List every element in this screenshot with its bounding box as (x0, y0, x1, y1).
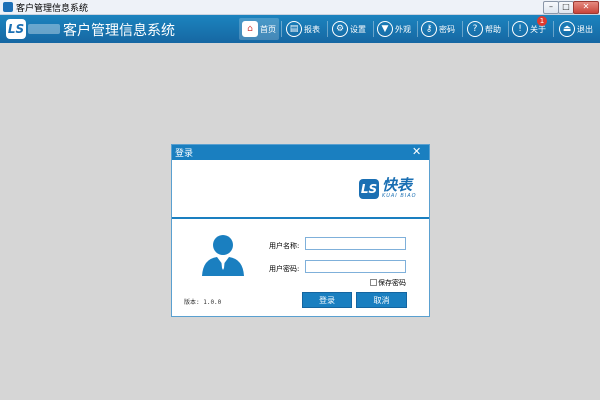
shirt-icon: ▼ (377, 21, 393, 37)
brand-mark: LS (359, 178, 379, 199)
nav-divider (462, 21, 463, 37)
nav-password-label: 密码 (439, 24, 455, 34)
login-button[interactable]: 登录 (302, 292, 352, 308)
nav-report[interactable]: ▤ 报表 (286, 18, 320, 40)
nav-settings-label: 设置 (350, 24, 366, 34)
nav-appearance[interactable]: ▼ 外观 (377, 18, 411, 40)
dialog-divider (172, 217, 429, 219)
logo-wordmark (28, 24, 60, 34)
nav-divider (417, 21, 418, 37)
nav-home[interactable]: ⌂ 首页 (239, 18, 279, 40)
help-icon: ? (467, 21, 483, 37)
save-password-checkbox[interactable] (370, 279, 377, 286)
exit-icon: ⏏ (559, 21, 575, 37)
app-icon (3, 2, 13, 12)
maximize-button[interactable]: □ (558, 1, 574, 14)
nav-help-label: 帮助 (485, 24, 501, 34)
brand-name-en: KUAI BIAO (382, 193, 417, 199)
report-icon: ▤ (286, 21, 302, 37)
username-label: 用户名称: (269, 242, 300, 250)
version-text: 版本: 1.0.0 (184, 299, 222, 306)
window-close-button[interactable]: ✕ (573, 1, 599, 14)
nav-about[interactable]: ! 关于 1 (512, 16, 547, 40)
brand-name: 快表 (382, 176, 413, 194)
key-icon: ⚷ (421, 21, 437, 37)
save-password-label: 保存密码 (378, 279, 406, 287)
nav-home-label: 首页 (260, 24, 276, 34)
window-title: 客户管理信息系统 (16, 4, 89, 14)
app-logo: LS (6, 19, 26, 39)
nav-appearance-label: 外观 (395, 24, 411, 34)
window-titlebar: 客户管理信息系统 – □ ✕ (0, 0, 600, 15)
gear-icon: ⚙ (332, 21, 348, 37)
nav-divider (508, 21, 509, 37)
username-input[interactable] (305, 237, 406, 250)
nav-divider (373, 21, 374, 37)
dialog-title: 登录 (175, 149, 194, 159)
about-icon: ! (512, 21, 528, 37)
nav-help[interactable]: ? 帮助 (467, 18, 501, 40)
dialog-titlebar: 登录 ✕ (172, 145, 429, 160)
nav-divider (553, 21, 554, 37)
nav-divider (327, 21, 328, 37)
home-icon: ⌂ (242, 21, 258, 37)
brand-logo: LS 快表 KUAI BIAO (359, 178, 417, 199)
nav-password[interactable]: ⚷ 密码 (421, 18, 455, 40)
dialog-close-icon[interactable]: ✕ (412, 145, 421, 158)
password-label: 用户密码: (269, 265, 300, 273)
nav-report-label: 报表 (304, 24, 320, 34)
nav-exit-label: 退出 (577, 24, 593, 34)
app-header: LS 客户管理信息系统 ⌂ 首页 ▤ 报表 ⚙ 设置 ▼ 外观 ⚷ 密码 ? 帮… (0, 15, 600, 43)
minimize-button[interactable]: – (543, 1, 559, 14)
login-dialog: 登录 ✕ LS 快表 KUAI BIAO 用户名称: 用户密码: 保存密码 版本… (171, 144, 430, 317)
cancel-button[interactable]: 取消 (356, 292, 407, 308)
nav-divider (281, 21, 282, 37)
nav-exit[interactable]: ⏏ 退出 (559, 18, 593, 40)
notification-badge: 1 (537, 16, 547, 26)
user-avatar-icon (202, 235, 244, 276)
app-title: 客户管理信息系统 (63, 23, 175, 39)
password-input[interactable] (305, 260, 406, 273)
nav-settings[interactable]: ⚙ 设置 (332, 18, 366, 40)
